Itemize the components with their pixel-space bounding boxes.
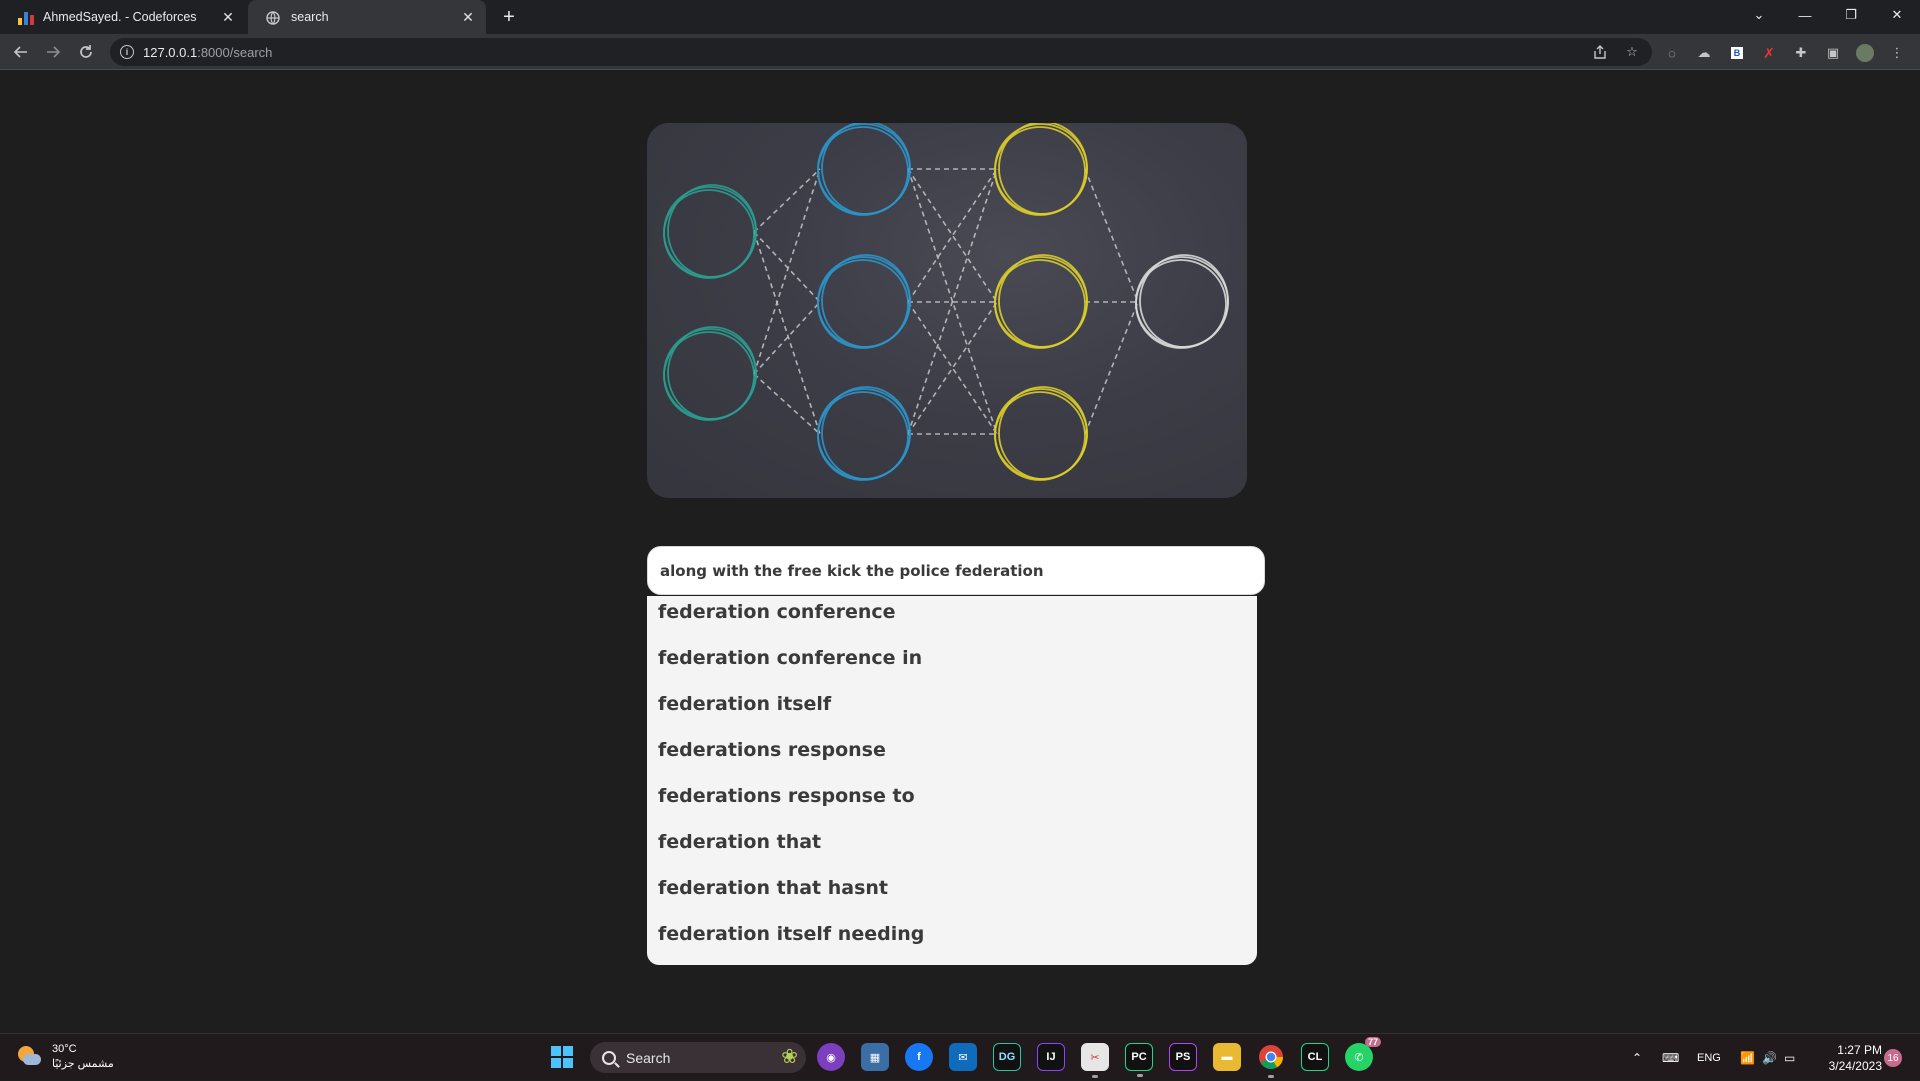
pycharm-icon[interactable]: PC [1125, 1043, 1153, 1077]
close-window-button[interactable]: ✕ [1874, 0, 1920, 30]
output-node [1135, 254, 1229, 349]
hidden-node [817, 254, 911, 349]
file-explorer-icon[interactable]: ▬ [1213, 1043, 1241, 1071]
taskbar-clock[interactable]: 1:27 PM 3/24/2023 [1812, 1042, 1882, 1074]
network-edge [753, 301, 821, 375]
globe-icon [266, 9, 282, 25]
notification-count-badge[interactable]: 16 [1884, 1049, 1902, 1067]
arrow-left-icon [13, 46, 27, 58]
side-panel-icon[interactable]: ▣ [1823, 43, 1843, 63]
weather-widget[interactable]: 30°C مشمس جزئيًا [16, 1042, 114, 1072]
forward-button[interactable] [41, 40, 65, 64]
reload-icon [80, 45, 92, 58]
search-input[interactable] [660, 561, 1264, 580]
search-highlight-icon: ❀ [781, 1046, 798, 1068]
taskbar: 30°C مشمس جزئيًا Search ❀ ◉ ▦ f ✉ DG IJ … [0, 1033, 1920, 1080]
url-path: :8000/search [197, 44, 273, 60]
back-button[interactable] [9, 40, 33, 64]
suggestion-item[interactable]: federation that hasnt [647, 876, 1257, 922]
minimize-button[interactable]: — [1782, 0, 1828, 30]
search-bar[interactable] [647, 546, 1265, 595]
show-hidden-icons-chevron[interactable]: ⌃ [1632, 1034, 1642, 1081]
tab-title: AhmedSayed. - Codeforces [43, 10, 197, 24]
neural-network-illustration [647, 123, 1247, 498]
restore-button[interactable]: ❐ [1828, 0, 1874, 30]
clock-time: 1:27 PM [1837, 1043, 1882, 1057]
tab-strip: AhmedSayed. - Codeforces ✕ search ✕ + ⌄ … [0, 0, 1920, 34]
chrome-icon[interactable] [1257, 1043, 1285, 1078]
weather-description: مشمس جزئيًا [52, 1058, 114, 1070]
new-tab-button[interactable]: + [498, 6, 520, 28]
input-node [663, 326, 757, 421]
close-tab-icon[interactable]: ✕ [220, 9, 236, 25]
bookmark-star-icon[interactable]: ☆ [1622, 42, 1642, 62]
network-edge [1084, 168, 1139, 303]
intellij-icon[interactable]: IJ [1037, 1043, 1065, 1071]
taskbar-search[interactable]: Search ❀ [590, 1042, 806, 1073]
volume-icon[interactable]: 🔊 [1762, 1034, 1777, 1081]
tab-search[interactable]: search ✕ [248, 0, 486, 34]
suggestion-item[interactable]: federations response to [647, 784, 1257, 830]
close-tab-icon[interactable]: ✕ [460, 9, 476, 25]
suggestion-item[interactable]: federation conference in [647, 646, 1257, 692]
browser-toolbar: i 127.0.0.1:8000/search ☆ [0, 34, 1920, 70]
weather-temperature: 30°C [52, 1043, 77, 1055]
arrow-right-icon [47, 46, 61, 58]
hidden-node [994, 254, 1088, 349]
b-extension-icon[interactable]: B [1727, 43, 1747, 63]
extension-circle-icon[interactable]: ◌ [1662, 43, 1682, 63]
snipping-tool-icon[interactable]: ✂ [1081, 1043, 1109, 1078]
clion-icon[interactable]: CL [1301, 1043, 1329, 1071]
datagrip-icon[interactable]: DG [993, 1043, 1021, 1071]
suggestion-item[interactable]: federation conference [647, 600, 1257, 646]
suggestions-dropdown: federation conference federation confere… [647, 596, 1257, 965]
whatsapp-badge: 77 [1364, 1037, 1381, 1047]
keyboard-icon[interactable]: ⌨ [1662, 1034, 1679, 1081]
network-edge [753, 231, 821, 435]
site-info-icon[interactable]: i [120, 45, 134, 59]
menu-kebab-icon[interactable]: ⋮ [1887, 43, 1907, 63]
hidden-node [817, 123, 911, 216]
phpstorm-icon[interactable]: PS [1169, 1043, 1197, 1071]
tab-title: search [291, 10, 329, 24]
suggestion-item[interactable]: federation itself [647, 692, 1257, 738]
language-indicator[interactable]: ENG [1697, 1034, 1721, 1081]
photos-icon[interactable]: ▦ [861, 1043, 889, 1071]
tab-codeforces[interactable]: AhmedSayed. - Codeforces ✕ [0, 0, 246, 34]
suggestion-item[interactable]: federation itself needing [647, 922, 1257, 968]
codeforces-icon [18, 9, 34, 25]
whatsapp-icon[interactable]: ✆ 77 [1345, 1037, 1381, 1071]
partly-sunny-icon [16, 1044, 42, 1070]
url-host: 127.0.0.1 [143, 44, 198, 60]
taskbar-search-label: Search [626, 1049, 671, 1066]
share-icon[interactable] [1590, 42, 1610, 62]
github-desktop-icon[interactable]: ◉ [817, 1043, 845, 1071]
mail-icon[interactable]: ✉ [949, 1043, 977, 1071]
wifi-icon[interactable]: 📶 [1740, 1034, 1755, 1081]
battery-icon[interactable]: ▭ [1784, 1034, 1795, 1081]
hidden-node [994, 386, 1088, 481]
facebook-icon[interactable]: f [905, 1043, 933, 1071]
tab-search-dropdown-icon[interactable]: ⌄ [1736, 0, 1782, 30]
hidden-node [817, 386, 911, 481]
clock-date: 3/24/2023 [1828, 1059, 1882, 1073]
network-edge [753, 231, 821, 303]
profile-avatar[interactable] [1855, 43, 1875, 63]
hidden-node [994, 123, 1088, 216]
puzzle-extensions-icon[interactable]: ✚ [1791, 43, 1811, 63]
input-node [663, 184, 757, 279]
blocked-extension-icon[interactable]: ✗ [1759, 43, 1779, 63]
cloud-extension-icon[interactable]: ☁ [1694, 43, 1714, 63]
address-bar[interactable]: i 127.0.0.1:8000/search [110, 38, 1652, 66]
reload-button[interactable] [74, 40, 98, 64]
search-icon [602, 1050, 616, 1065]
page-content: federation conference federation confere… [0, 71, 1920, 1033]
suggestion-item[interactable]: federations response [647, 738, 1257, 784]
start-windows-icon[interactable] [548, 1043, 576, 1071]
network-edge [1084, 301, 1139, 435]
suggestion-item[interactable]: federation that [647, 830, 1257, 876]
neural-network-graphic [663, 123, 1229, 481]
